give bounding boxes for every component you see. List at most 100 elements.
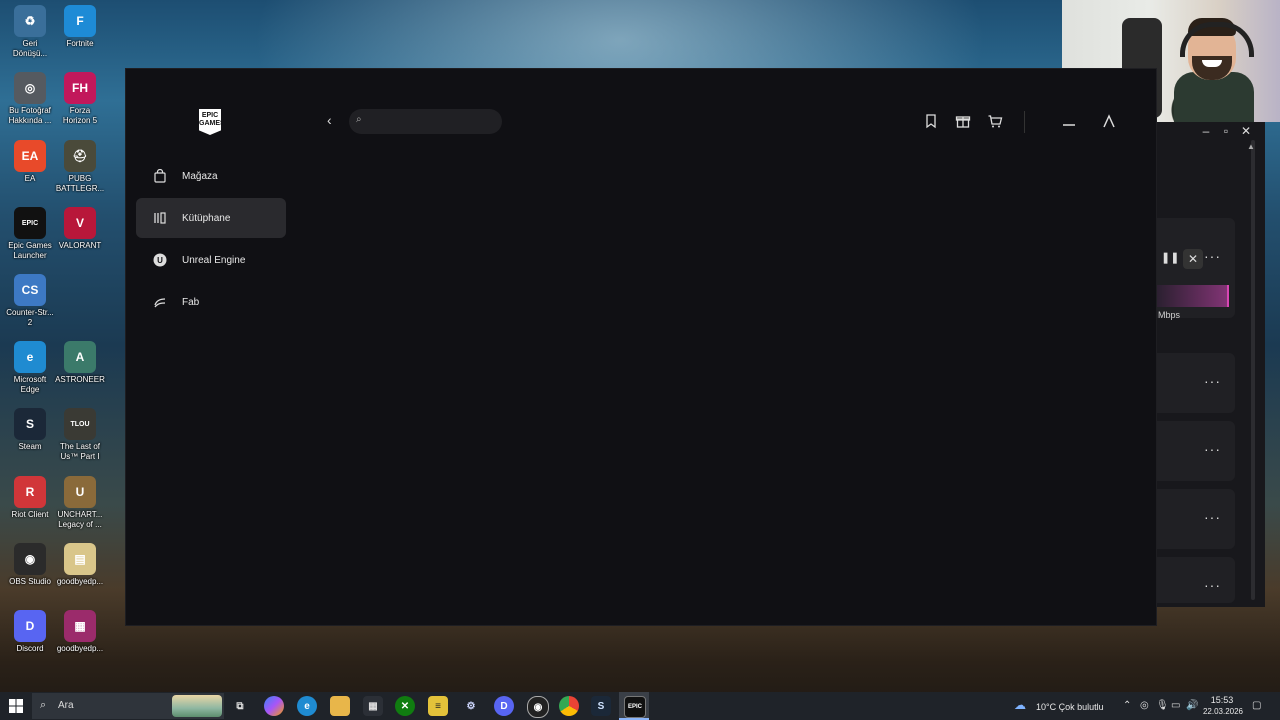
volume-icon[interactable]: 🔊 <box>1186 700 1198 711</box>
weather-text[interactable]: 10°C Çok bulutlu <box>1036 702 1104 712</box>
desktop-icon[interactable]: F Fortnite <box>50 5 110 49</box>
notes-icon[interactable]: ≡ <box>428 696 448 716</box>
back-icon[interactable]: ‹ <box>327 112 332 128</box>
download-queue-item: ··· <box>1155 489 1235 549</box>
pause-icon[interactable]: ❚❚ <box>1161 251 1179 264</box>
edge-icon[interactable]: e <box>297 696 317 716</box>
obs-icon[interactable]: ◉ <box>527 696 549 718</box>
svg-text:U: U <box>157 256 163 265</box>
nav-item-label: Kütüphane <box>182 212 231 224</box>
download-queue-item: ··· <box>1155 421 1235 481</box>
app-icon: ◎ <box>14 72 46 104</box>
desktop-icon-label: VALORANT <box>58 241 102 250</box>
app-icon: ⛑ <box>64 140 96 172</box>
steam-icon[interactable]: S <box>591 696 611 716</box>
store-icon[interactable]: ▦ <box>363 696 383 716</box>
taskbar-search-label: Ara <box>58 700 74 711</box>
search-icon: ⌕ <box>356 114 362 125</box>
desktop-icon-label: goodbyedp... <box>56 644 104 653</box>
app-icon: R <box>14 476 46 508</box>
bookmark-icon[interactable] <box>923 113 941 131</box>
maximize-icon[interactable]: ▫ <box>1217 124 1235 138</box>
windows-start-icon[interactable] <box>8 698 24 714</box>
network-icon[interactable]: ▭ <box>1171 700 1180 711</box>
nav-item-fab[interactable]: Fab <box>136 282 286 322</box>
app-icon: F <box>64 5 96 37</box>
desktop-icon[interactable]: V VALORANT <box>50 207 110 251</box>
desktop-icon[interactable]: CS Counter-Str... 2 <box>0 274 60 328</box>
notification-icon[interactable]: ▢ <box>1252 700 1261 711</box>
desktop-icon[interactable]: FH Forza Horizon 5 <box>50 72 110 126</box>
app-icon: TLOU <box>64 408 96 440</box>
more-icon[interactable]: ··· <box>1204 248 1221 264</box>
app-icon: e <box>14 341 46 373</box>
desktop-icon[interactable]: TLOU The Last of Us™ Part I <box>50 408 110 462</box>
nav-item-store[interactable]: Mağaza <box>136 156 286 196</box>
nav-item-label: Unreal Engine <box>182 254 246 266</box>
desktop-icon-label: PUBG BATTLEGR... <box>55 174 105 193</box>
desktop-icon-label: The Last of Us™ Part I <box>59 442 101 461</box>
more-icon[interactable]: ··· <box>1204 509 1221 525</box>
microphone-icon[interactable]: 🎙 <box>1156 700 1169 711</box>
discord-icon[interactable]: D <box>494 696 514 716</box>
xbox-icon[interactable]: ✕ <box>395 696 415 716</box>
desktop-icon[interactable]: A ASTRONEER <box>50 341 110 385</box>
epic-taskbar-icon[interactable]: EPIC <box>624 696 646 718</box>
friends-icon[interactable] <box>1061 113 1079 131</box>
taskbar-search[interactable]: ⌕ Ara <box>32 693 224 719</box>
cancel-download-icon[interactable]: ✕ <box>1183 249 1203 269</box>
app-icon: CS <box>14 274 46 306</box>
close-icon[interactable]: ✕ <box>1237 124 1255 138</box>
nav-item-unreal-engine[interactable]: U Unreal Engine <box>136 240 286 280</box>
more-icon[interactable]: ··· <box>1204 373 1221 389</box>
app-icon: S <box>14 408 46 440</box>
library-icon <box>152 210 168 226</box>
chevron-up-icon[interactable]: ⌃ <box>1123 700 1131 711</box>
desktop-icon[interactable]: U UNCHART... Legacy of ... <box>50 476 110 530</box>
gift-icon[interactable] <box>955 113 973 131</box>
search-highlight-image <box>172 695 222 717</box>
scrollbar[interactable] <box>1251 140 1255 600</box>
minimize-icon[interactable]: – <box>1197 124 1215 138</box>
app-icon: ♻ <box>14 5 46 37</box>
desktop-icon[interactable]: ▤ goodbyedp... <box>50 543 110 587</box>
desktop-icon-label: Counter-Str... 2 <box>6 308 54 327</box>
nav-item-label: Mağaza <box>182 170 218 182</box>
epic-launcher-window: EPIC GAMES ‹ ⌕ Mağaza Kütüphane U Unreal… <box>125 68 1157 626</box>
desktop-icon[interactable]: ⛑ PUBG BATTLEGR... <box>50 140 110 194</box>
clock-time[interactable]: 15:53 <box>1204 695 1240 705</box>
download-speed-graph <box>1155 285 1229 307</box>
app-icon: ▦ <box>64 610 96 642</box>
search-input[interactable] <box>371 109 500 136</box>
unreal-icon: U <box>152 252 168 268</box>
more-icon[interactable]: ··· <box>1204 441 1221 457</box>
more-icon[interactable]: ··· <box>1204 577 1221 593</box>
app-icon: A <box>64 341 96 373</box>
nav-item-label: Fab <box>182 296 200 308</box>
scroll-up-icon[interactable]: ▲ <box>1247 142 1255 151</box>
weather-icon[interactable]: ☁ <box>1014 698 1026 712</box>
cart-icon[interactable] <box>987 113 1005 131</box>
epic-games-logo[interactable]: EPIC GAMES <box>199 109 221 135</box>
tray-app-icon[interactable]: ◎ <box>1140 700 1149 711</box>
copilot-icon[interactable] <box>264 696 284 716</box>
search-box[interactable]: ⌕ <box>349 109 502 136</box>
account-icon[interactable] <box>1101 113 1119 131</box>
app-icon: EA <box>14 140 46 172</box>
desktop-icon-label: ASTRONEER <box>55 375 105 384</box>
nav-item-library[interactable]: Kütüphane <box>136 198 286 238</box>
settings-app-icon[interactable]: ⚙ <box>461 696 481 716</box>
download-queue-item: ··· <box>1155 557 1235 603</box>
file-explorer-icon[interactable] <box>330 696 350 716</box>
desktop-icon[interactable]: ▦ goodbyedp... <box>50 610 110 654</box>
task-view-icon[interactable]: ⧉ <box>230 696 250 716</box>
desktop-icons: ♻ Geri Dönüşü... F Fortnite ◎ Bu Fotoğraf Hak… <box>0 0 120 690</box>
app-icon: EPIC <box>14 207 46 239</box>
clock-date[interactable]: 22.03.2026 <box>1202 707 1244 716</box>
search-icon: ⌕ <box>40 699 47 711</box>
chrome-icon[interactable] <box>559 696 579 716</box>
desktop-icon-label: Fortnite <box>66 39 94 48</box>
app-icon: FH <box>64 72 96 104</box>
app-icon: U <box>64 476 96 508</box>
fab-icon <box>152 294 168 310</box>
